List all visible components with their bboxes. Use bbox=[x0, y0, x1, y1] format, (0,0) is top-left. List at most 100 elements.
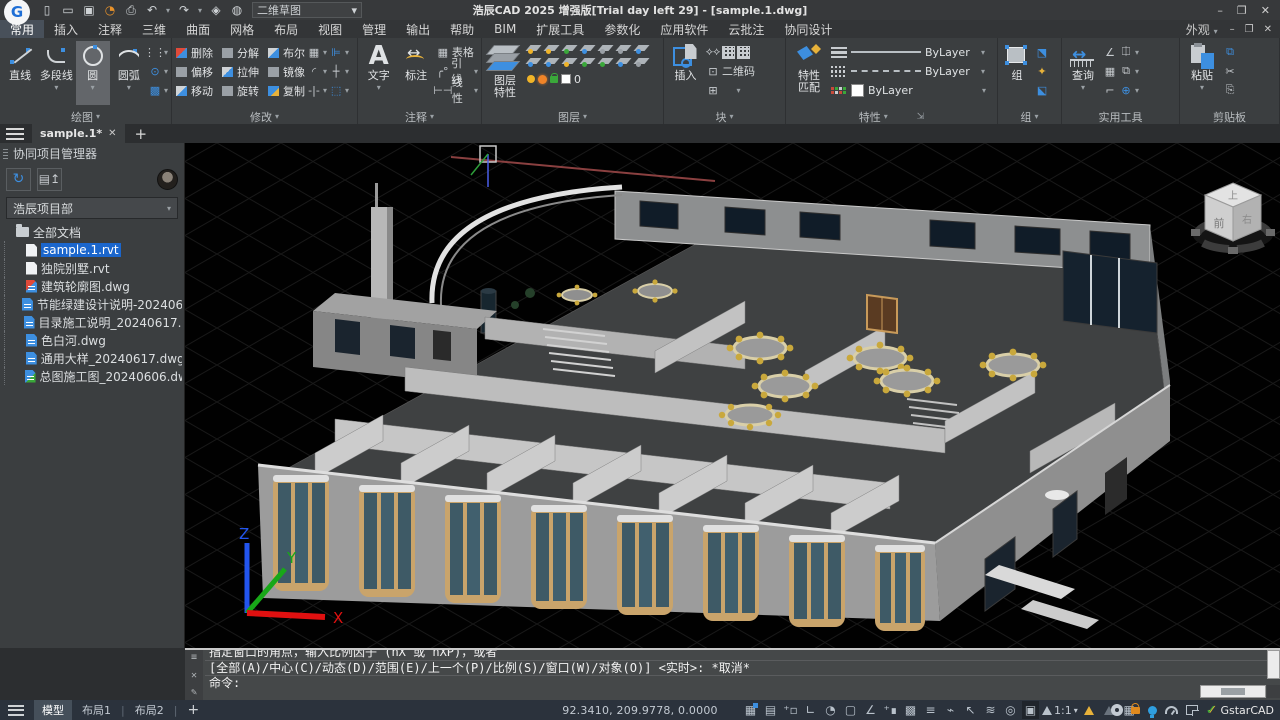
lineweight-dropdown[interactable]: ByLayer▾ bbox=[831, 43, 986, 61]
layer-on-icon[interactable] bbox=[527, 56, 542, 67]
layer-restore-icon[interactable] bbox=[599, 56, 614, 67]
scale-tool-icon[interactable]: ⬚ bbox=[329, 84, 343, 97]
tab-insert[interactable]: 插入 bbox=[44, 20, 88, 38]
copy-base-icon[interactable]: ⎘ bbox=[1223, 84, 1237, 97]
panel-label-utilities[interactable]: 实用工具 bbox=[1062, 109, 1179, 124]
panel-label-clipboard[interactable]: 剪贴板 bbox=[1180, 109, 1279, 124]
layer-match-icon[interactable] bbox=[635, 43, 650, 54]
new-file-icon[interactable]: ▯ bbox=[40, 3, 54, 17]
restore-button[interactable]: ❐ bbox=[1237, 4, 1247, 17]
redo-icon[interactable]: ↷ bbox=[177, 3, 191, 17]
sync-button[interactable]: ↻ bbox=[6, 168, 31, 191]
table-tool-icon[interactable]: ▦ bbox=[436, 46, 450, 59]
circle-tool[interactable]: 圆▾ bbox=[76, 41, 110, 105]
layer-isolate-icon[interactable] bbox=[545, 43, 560, 54]
tab-3d[interactable]: 三维 bbox=[132, 20, 176, 38]
tree-file-row[interactable]: 独院别墅.rvt bbox=[4, 259, 182, 277]
ui-lock-icon[interactable] bbox=[1131, 707, 1140, 714]
viewcube-top-label[interactable]: 上 bbox=[1228, 190, 1238, 202]
tab-annotate[interactable]: 注释 bbox=[88, 20, 132, 38]
tab-layout[interactable]: 布局 bbox=[264, 20, 308, 38]
lineweight-display-icon[interactable]: ≡ bbox=[922, 701, 939, 719]
match-properties-tool[interactable]: 特性匹配 bbox=[789, 41, 829, 105]
tab-view[interactable]: 视图 bbox=[308, 20, 352, 38]
stretch-tool[interactable]: 拉伸 bbox=[221, 62, 259, 81]
appearance-menu[interactable]: 外观 ▾ bbox=[1186, 21, 1218, 38]
tree-file-row[interactable]: 建筑轮廓图.dwg bbox=[4, 277, 182, 295]
properties-launcher-icon[interactable]: ⇲ bbox=[917, 112, 925, 122]
new-document-tab-button[interactable]: + bbox=[135, 125, 148, 143]
calculator-icon[interactable]: ▦ bbox=[1103, 65, 1117, 78]
ortho-toggle-icon[interactable]: ∟ bbox=[802, 701, 819, 719]
layer-isolate-status-icon[interactable]: ≋ bbox=[982, 701, 999, 719]
erase-tool[interactable]: 删除 bbox=[175, 43, 213, 62]
color-dropdown[interactable]: ByLayer▾ bbox=[831, 81, 986, 99]
layers-quick-icon[interactable]: ◈ bbox=[209, 3, 223, 17]
tab-mesh[interactable]: 网格 bbox=[220, 20, 264, 38]
cut-icon[interactable]: ✂ bbox=[1223, 65, 1237, 78]
explode-tool[interactable]: 分解 bbox=[221, 43, 259, 62]
angle-snap-icon[interactable]: ∠ bbox=[862, 701, 879, 719]
upload-file-button[interactable]: ▤↥ bbox=[37, 168, 62, 191]
align-tool-icon[interactable]: ⊫ bbox=[329, 46, 343, 59]
qrcode-tool[interactable]: 二维码 bbox=[722, 63, 755, 79]
tab-layout1[interactable]: 布局1 bbox=[74, 700, 119, 720]
settings-gear-icon[interactable] bbox=[1111, 704, 1123, 716]
tree-file-row[interactable]: 总图施工图_20240606.dwg bbox=[4, 367, 182, 385]
layer-unisolate-icon[interactable] bbox=[545, 56, 560, 67]
quick-select-icon[interactable]: ⊕ bbox=[1119, 84, 1133, 97]
fillet-tool-icon[interactable]: ◜ bbox=[307, 65, 321, 78]
doc-minimize-button[interactable]: – bbox=[1230, 24, 1235, 35]
copy-tool[interactable]: 复制 bbox=[267, 81, 305, 100]
corner-measure-icon[interactable]: ⌐ bbox=[1103, 84, 1117, 97]
viewcube-right-label[interactable]: 右 bbox=[1242, 213, 1252, 226]
insert-block-tool[interactable]: 插入 bbox=[667, 41, 704, 105]
tab-collaboration[interactable]: 协同设计 bbox=[774, 20, 842, 38]
layer-merge-icon[interactable] bbox=[599, 43, 614, 54]
rotate-tool[interactable]: 旋转 bbox=[221, 81, 259, 100]
command-grip-icon[interactable]: ≡ bbox=[191, 652, 197, 663]
tree-root-folder[interactable]: 全部文档 bbox=[4, 223, 182, 241]
hardware-accel-bulb-icon[interactable] bbox=[1148, 706, 1157, 715]
quick-zoom-icon[interactable]: ◎ bbox=[1002, 701, 1019, 719]
layer-copy-icon[interactable] bbox=[635, 56, 650, 67]
array-tool-icon[interactable]: ▦ bbox=[307, 46, 321, 59]
save-icon[interactable]: ▣ bbox=[82, 3, 96, 17]
undo-icon[interactable]: ↶ bbox=[145, 3, 159, 17]
tab-surface[interactable]: 曲面 bbox=[176, 20, 220, 38]
group-select-icon[interactable]: ⬕ bbox=[1035, 84, 1049, 97]
tree-file-row[interactable]: 节能绿建设计说明-20240612.dwg bbox=[4, 295, 182, 313]
tab-help[interactable]: 帮助 bbox=[440, 20, 484, 38]
redo-caret-icon[interactable]: ▾ bbox=[198, 6, 202, 15]
grid-toggle-icon[interactable]: ▦ bbox=[742, 701, 759, 719]
layer-dropdown[interactable]: 0 bbox=[527, 70, 650, 88]
panel-label-group[interactable]: 组▾ bbox=[998, 109, 1061, 124]
block-attribute-icon[interactable]: ⟡⟡ bbox=[706, 46, 720, 59]
doc-close-button[interactable]: ✕ bbox=[1264, 24, 1272, 35]
transparency-icon[interactable]: ⌁ bbox=[942, 701, 959, 719]
document-tab-close-icon[interactable]: ✕ bbox=[108, 128, 116, 139]
point-tool-icon[interactable]: ⋮⋮ bbox=[148, 46, 162, 59]
offset-tool[interactable]: 偏移 bbox=[175, 62, 213, 81]
undo-caret-icon[interactable]: ▾ bbox=[166, 6, 170, 15]
panel-label-modify[interactable]: 修改▾ bbox=[172, 109, 357, 124]
line-tool[interactable]: 直线 bbox=[3, 41, 37, 105]
block-edit-icon[interactable]: ⊡ bbox=[706, 65, 720, 78]
paste-tool[interactable]: 粘贴▾ bbox=[1183, 41, 1221, 105]
doc-restore-button[interactable]: ❐ bbox=[1245, 24, 1254, 35]
snap-mode-icon[interactable]: ⁺▫ bbox=[782, 701, 799, 719]
workspace-switch-icon[interactable]: ▣ bbox=[1022, 701, 1039, 719]
layer-properties-tool[interactable]: 图层特性 bbox=[485, 41, 525, 105]
tab-layout2[interactable]: 布局2 bbox=[127, 700, 172, 720]
tab-bim[interactable]: BIM bbox=[484, 20, 526, 38]
close-button[interactable]: ✕ bbox=[1261, 4, 1270, 17]
dimension-tool[interactable]: 标注 bbox=[398, 41, 433, 105]
donut-tool-icon[interactable]: ⊙ bbox=[148, 65, 162, 78]
copy-clip-icon[interactable]: ⧉ bbox=[1223, 46, 1237, 59]
workspace-select[interactable]: 二维草图 ▾ bbox=[252, 2, 362, 18]
hatch-tool-icon[interactable]: ▩ bbox=[148, 84, 162, 97]
command-vertical-scrollbar[interactable] bbox=[1267, 650, 1280, 679]
ungroup-icon[interactable]: ⬔ bbox=[1035, 46, 1049, 59]
layer-walk-icon[interactable] bbox=[617, 43, 632, 54]
open-folder-icon[interactable]: ▭ bbox=[61, 3, 75, 17]
